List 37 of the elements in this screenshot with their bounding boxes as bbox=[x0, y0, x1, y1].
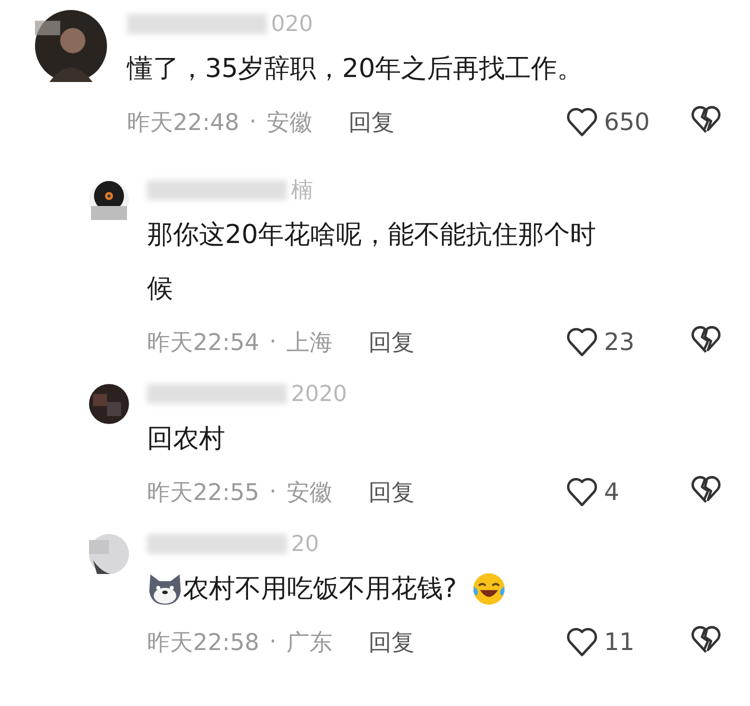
avatar-icon[interactable] bbox=[89, 384, 129, 424]
dot-separator-icon: · bbox=[249, 109, 257, 135]
reply-link[interactable]: 回复 bbox=[368, 326, 415, 358]
dislike-icon[interactable] bbox=[690, 624, 722, 654]
dislike-icon[interactable] bbox=[690, 324, 722, 354]
comment-location: 安徽 bbox=[286, 478, 333, 508]
like-icon[interactable] bbox=[566, 107, 598, 137]
comment-time: 昨天22:58 bbox=[147, 628, 260, 658]
comment-location: 安徽 bbox=[266, 108, 313, 138]
like-icon[interactable] bbox=[566, 327, 598, 357]
dot-separator-icon: · bbox=[269, 629, 277, 655]
avatar-icon[interactable] bbox=[89, 534, 129, 574]
comment-text: 懂了，35岁辞职，20年之后再找工作。 bbox=[127, 53, 584, 86]
comment-location: 上海 bbox=[286, 328, 333, 358]
like-icon[interactable] bbox=[566, 627, 598, 657]
dot-separator-icon: · bbox=[269, 329, 277, 355]
comment-time: 昨天22:55 bbox=[147, 478, 260, 508]
like-count: 4 bbox=[604, 478, 620, 506]
comment-text: 那你这20年花啥呢，能不能抗住那个时候 bbox=[147, 219, 597, 306]
laughing-emoji-icon bbox=[470, 571, 507, 607]
comment-text: 农村不用吃饭不用花钱? bbox=[183, 573, 457, 606]
like-count: 11 bbox=[604, 628, 636, 656]
comment-location: 广东 bbox=[286, 628, 333, 658]
like-count: 23 bbox=[604, 328, 636, 356]
reply-link[interactable]: 回复 bbox=[368, 476, 415, 508]
comment-time: 昨天22:54 bbox=[147, 328, 260, 358]
dislike-icon[interactable] bbox=[690, 104, 722, 134]
avatar-icon[interactable] bbox=[35, 10, 107, 82]
reply-link[interactable]: 回复 bbox=[368, 626, 415, 658]
dot-separator-icon: · bbox=[269, 479, 277, 505]
reply-link[interactable]: 回复 bbox=[348, 106, 395, 138]
dislike-icon[interactable] bbox=[690, 474, 722, 504]
like-count: 650 bbox=[604, 108, 651, 136]
comment-time: 昨天22:48 bbox=[127, 108, 240, 138]
like-icon[interactable] bbox=[566, 477, 598, 507]
avatar-icon[interactable] bbox=[89, 180, 129, 220]
comment-text: 回农村 bbox=[147, 423, 225, 456]
